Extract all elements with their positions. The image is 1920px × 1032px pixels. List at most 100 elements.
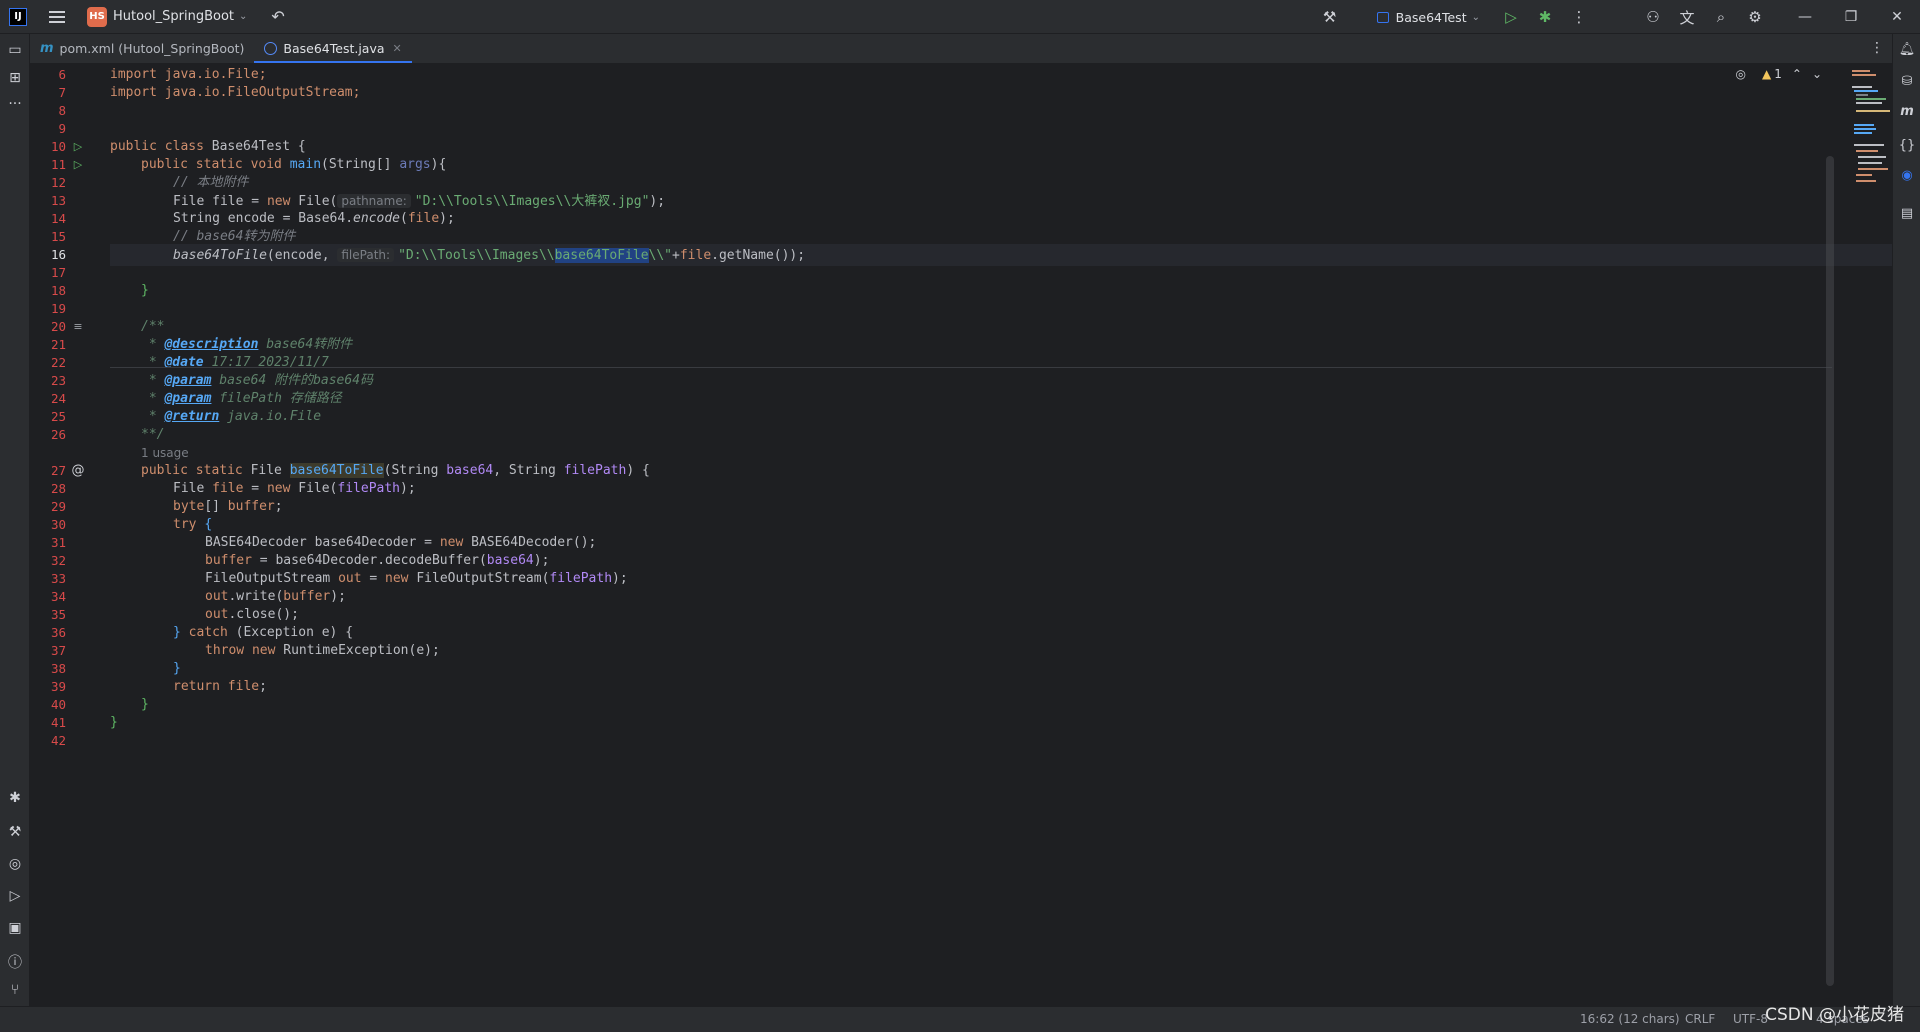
build-hammer-icon[interactable]: ⚒ bbox=[1313, 8, 1347, 26]
code-string: "D:\\Tools\\Images\\ bbox=[398, 248, 555, 263]
minimap-line bbox=[1856, 150, 1878, 152]
minimap-line bbox=[1856, 180, 1876, 182]
code-token: } bbox=[141, 697, 149, 712]
chevron-down-icon: ⌄ bbox=[1471, 11, 1480, 23]
ai-assistant-icon[interactable]: ◉ bbox=[1893, 168, 1920, 183]
build-tool-icon[interactable]: ⚒ bbox=[0, 824, 30, 840]
code-line: } bbox=[110, 280, 1892, 302]
problems-icon[interactable]: ⓘ bbox=[0, 952, 30, 972]
tab-pom-xml[interactable]: m pom.xml (Hutool_SpringBoot) bbox=[30, 34, 254, 63]
file-encoding[interactable]: UTF-8 bbox=[1733, 1012, 1768, 1026]
more-tools-icon[interactable]: ··· bbox=[0, 96, 30, 112]
code-token: buffer bbox=[227, 499, 275, 514]
vertical-scrollbar[interactable] bbox=[1826, 156, 1834, 986]
project-badge[interactable]: HS bbox=[87, 6, 107, 27]
code-token: = Base64. bbox=[274, 211, 354, 226]
code-token: public static void bbox=[141, 157, 290, 172]
code-line-current: base64ToFile(encode, filePath: "D:\\Tools… bbox=[110, 244, 1892, 266]
code-token: ); bbox=[439, 211, 455, 226]
code-braces-icon[interactable]: {} bbox=[1893, 138, 1920, 153]
left-tool-strip: ▭ ⊞ ··· ✱ ⚒ ◎ ▷ ▣ ⓘ ⑂ bbox=[0, 34, 30, 1006]
run-icon[interactable]: ▷ bbox=[1494, 8, 1528, 26]
code-minimap[interactable] bbox=[1850, 64, 1890, 224]
main-menu-icon[interactable] bbox=[47, 0, 67, 34]
debug-tool-icon[interactable]: ✱ bbox=[0, 790, 30, 806]
inspection-widget[interactable]: ◎ ▲ 1 ⌃ ⌄ bbox=[1736, 67, 1822, 81]
code-token: (Exception e) { bbox=[235, 625, 354, 640]
maven-icon[interactable]: m bbox=[1893, 104, 1920, 119]
minimap-line bbox=[1854, 144, 1884, 146]
code-token: .write( bbox=[228, 589, 284, 604]
code-token: (String bbox=[383, 463, 447, 478]
maven-icon: m bbox=[40, 41, 54, 56]
close-icon[interactable]: ✕ bbox=[393, 42, 402, 55]
more-actions-icon[interactable]: ⋮ bbox=[1562, 8, 1596, 26]
code-token: ); bbox=[612, 571, 628, 586]
account-icon[interactable]: ⚇ bbox=[1636, 8, 1670, 26]
services-icon[interactable]: ◎ bbox=[0, 856, 30, 872]
run-tool-icon[interactable]: ▷ bbox=[0, 888, 30, 904]
method-usage-icon[interactable]: @ bbox=[70, 460, 86, 482]
code-token: file bbox=[407, 211, 440, 226]
toggle-rendered-doc-icon[interactable]: ≡ bbox=[70, 316, 86, 338]
debug-icon[interactable]: ✱ bbox=[1528, 8, 1562, 26]
structure-icon[interactable]: ⊞ bbox=[0, 70, 30, 86]
watermark: CSDN @小花皮猪 bbox=[1765, 1005, 1904, 1025]
settings-gear-icon[interactable]: ⚙ bbox=[1738, 8, 1772, 26]
run-main-icon[interactable]: ▷ bbox=[70, 154, 86, 176]
code-token: .getName()); bbox=[711, 248, 806, 263]
doc-tag: @param bbox=[164, 391, 212, 406]
minimap-line bbox=[1856, 98, 1886, 100]
reader-mode-icon[interactable]: ◎ bbox=[1736, 67, 1746, 81]
code-token: encode bbox=[227, 211, 275, 226]
code-token: args bbox=[399, 157, 431, 172]
undo-icon[interactable]: ↶ bbox=[271, 7, 284, 26]
code-token: buffer bbox=[283, 589, 331, 604]
database-icon[interactable]: ⛁ bbox=[1893, 74, 1920, 89]
run-config-icon bbox=[1376, 11, 1389, 23]
code-token: = bbox=[243, 194, 267, 209]
code-token: out bbox=[205, 607, 229, 622]
minimap-line bbox=[1856, 174, 1872, 176]
minimap-line bbox=[1856, 110, 1890, 112]
code-token: , String bbox=[493, 463, 564, 478]
code-token: } bbox=[173, 661, 181, 676]
code-token: BASE64Decoder(); bbox=[471, 535, 597, 550]
code-token: File bbox=[173, 481, 213, 496]
code-area[interactable]: import java.io.File; import java.io.File… bbox=[110, 64, 1892, 1006]
minimize-window-icon[interactable]: — bbox=[1782, 9, 1828, 25]
git-icon[interactable]: ⑂ bbox=[0, 982, 30, 998]
terminal-icon[interactable]: ▣ bbox=[0, 920, 30, 936]
run-config-selector[interactable]: Base64Test ⌄ bbox=[1376, 10, 1480, 25]
bookmark-icon[interactable]: ▤ bbox=[1893, 206, 1920, 221]
code-editor[interactable]: 6 7 8 9 10 11 12 13 14 15 16 17 18 19 20… bbox=[30, 64, 1892, 1006]
tab-base64test-java[interactable]: Base64Test.java ✕ bbox=[254, 34, 413, 63]
translate-icon[interactable]: 文 bbox=[1670, 7, 1704, 28]
usage-count[interactable]: 1 usage bbox=[141, 446, 189, 460]
notifications-icon[interactable]: 🔔︎ bbox=[1893, 42, 1920, 57]
code-token: ); bbox=[330, 589, 346, 604]
code-token: ( bbox=[400, 211, 408, 226]
doc-tag: @param bbox=[164, 373, 212, 388]
code-token: byte bbox=[173, 499, 205, 514]
search-icon[interactable]: ⌕ bbox=[1704, 8, 1738, 26]
code-token: public class bbox=[110, 139, 212, 154]
code-token: } bbox=[173, 625, 189, 640]
restore-window-icon[interactable]: ❐ bbox=[1828, 9, 1874, 25]
close-window-icon[interactable]: ✕ bbox=[1874, 9, 1920, 25]
chevron-down-icon[interactable]: ⌄ bbox=[239, 11, 247, 22]
doc-comment: java.io.File bbox=[219, 409, 322, 424]
chevron-down-icon[interactable]: ⌄ bbox=[1812, 67, 1822, 81]
method-separator bbox=[110, 367, 1832, 368]
chevron-up-icon[interactable]: ⌃ bbox=[1792, 67, 1802, 81]
more-tabs-icon[interactable]: ⋮ bbox=[1870, 40, 1884, 56]
caret-position[interactable]: 16:62 (12 chars) bbox=[1580, 1012, 1680, 1026]
project-folder-icon[interactable]: ▭ bbox=[0, 42, 30, 58]
line-separator[interactable]: CRLF bbox=[1685, 1012, 1715, 1026]
code-token: = bbox=[243, 481, 267, 496]
code-token: } bbox=[141, 283, 149, 298]
project-name[interactable]: Hutool_SpringBoot bbox=[113, 9, 234, 24]
code-token: try bbox=[173, 517, 205, 532]
title-bar: IJ HS Hutool_SpringBoot ⌄ ↶ ⚒ Base64Test… bbox=[0, 0, 1920, 34]
code-token: file bbox=[227, 679, 260, 694]
